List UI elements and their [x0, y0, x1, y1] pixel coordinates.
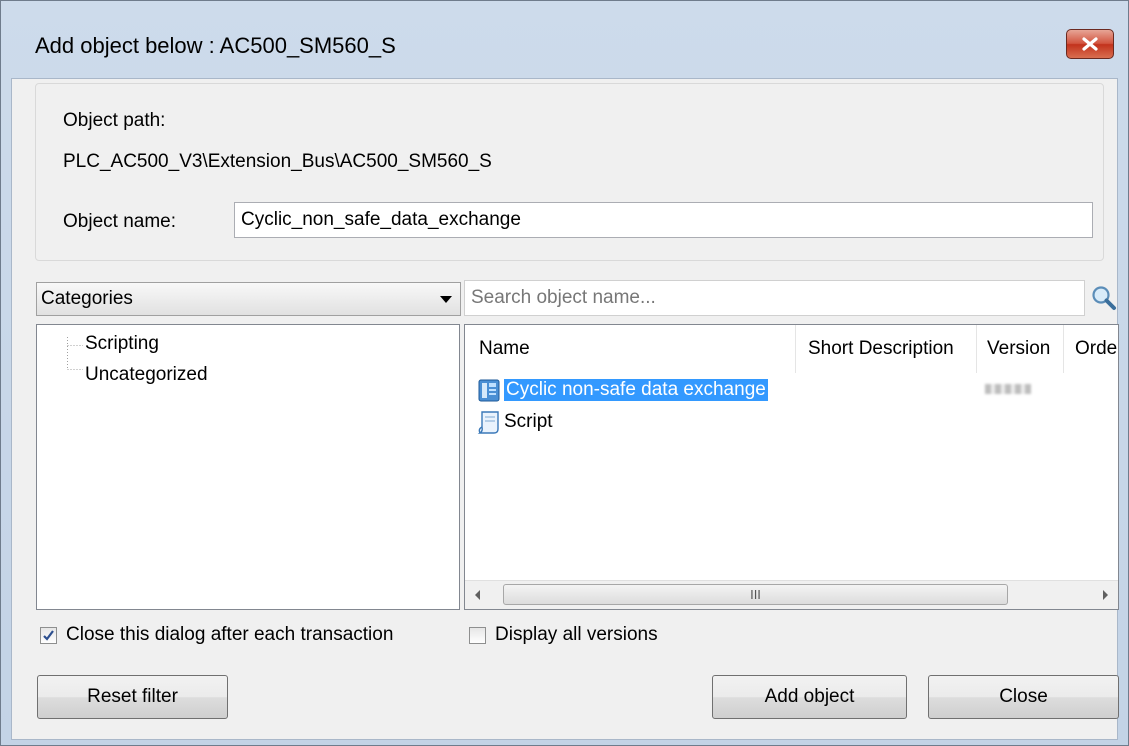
close-button[interactable]: Close	[928, 675, 1119, 719]
tree-item-uncategorized[interactable]: Uncategorized	[85, 364, 208, 386]
column-separator[interactable]	[795, 325, 796, 373]
object-name-field[interactable]: Cyclic_non_safe_data_exchange	[234, 202, 1093, 238]
scrollbar-thumb[interactable]: III	[503, 584, 1008, 605]
object-path-panel: Object path: PLC_AC500_V3\Extension_Bus\…	[35, 83, 1104, 261]
device-module-icon	[478, 379, 500, 402]
close-after-transaction-checkbox[interactable]: Close this dialog after each transaction	[40, 624, 393, 646]
list-row-script[interactable]: Script	[477, 407, 553, 437]
column-header-short-description[interactable]: Short Description	[808, 325, 954, 373]
category-dropdown-value: Categories	[41, 288, 133, 309]
reset-filter-button[interactable]: Reset filter	[37, 675, 228, 719]
search-icon[interactable]	[1090, 284, 1118, 312]
column-header-version[interactable]: Version	[987, 325, 1050, 373]
object-path-value: PLC_AC500_V3\Extension_Bus\AC500_SM560_S	[63, 151, 492, 172]
window-close-button[interactable]	[1066, 29, 1114, 59]
display-all-versions-label: Display all versions	[495, 624, 658, 645]
column-separator[interactable]	[1063, 325, 1064, 373]
display-all-versions-checkbox[interactable]: Display all versions	[469, 624, 658, 646]
search-input[interactable]: Search object name...	[464, 280, 1085, 316]
scrollbar-grip: III	[750, 587, 761, 602]
script-icon	[477, 411, 499, 434]
checkmark-icon	[43, 629, 54, 641]
category-tree: Scripting Uncategorized	[36, 324, 460, 610]
chevron-down-icon[interactable]	[440, 296, 452, 303]
column-header-order[interactable]: Orde	[1075, 325, 1117, 373]
object-path-label: Object path:	[63, 110, 166, 131]
list-row-cyclic-non-safe[interactable]: Cyclic non-safe data exchange	[477, 375, 1031, 405]
checkbox-checked[interactable]	[40, 626, 57, 644]
scroll-right-icon[interactable]	[1100, 589, 1110, 601]
horizontal-scrollbar[interactable]: III	[465, 580, 1118, 609]
dialog-body: Object path: PLC_AC500_V3\Extension_Bus\…	[11, 78, 1119, 740]
column-header-name[interactable]: Name	[479, 325, 530, 373]
column-separator[interactable]	[976, 325, 977, 373]
version-value-blurred	[985, 384, 1031, 394]
tree-connector-lines	[67, 337, 83, 370]
dialog-window: Add object below : AC500_SM560_S Object …	[0, 0, 1129, 746]
category-dropdown[interactable]: Categories	[36, 282, 461, 316]
object-name-label: Object name:	[63, 211, 176, 232]
object-list: Name Short Description Version Orde Cycl…	[464, 324, 1119, 610]
checkbox-unchecked[interactable]	[469, 626, 486, 644]
scroll-left-icon[interactable]	[473, 589, 483, 601]
window-title: Add object below : AC500_SM560_S	[35, 33, 396, 58]
close-after-transaction-label: Close this dialog after each transaction	[66, 624, 394, 645]
add-object-button[interactable]: Add object	[712, 675, 907, 719]
close-icon	[1082, 37, 1098, 51]
list-row-label: Script	[504, 411, 553, 432]
title-bar[interactable]: Add object below : AC500_SM560_S	[1, 1, 1128, 81]
tree-item-scripting[interactable]: Scripting	[85, 333, 159, 355]
list-row-label: Cyclic non-safe data exchange	[504, 379, 768, 401]
